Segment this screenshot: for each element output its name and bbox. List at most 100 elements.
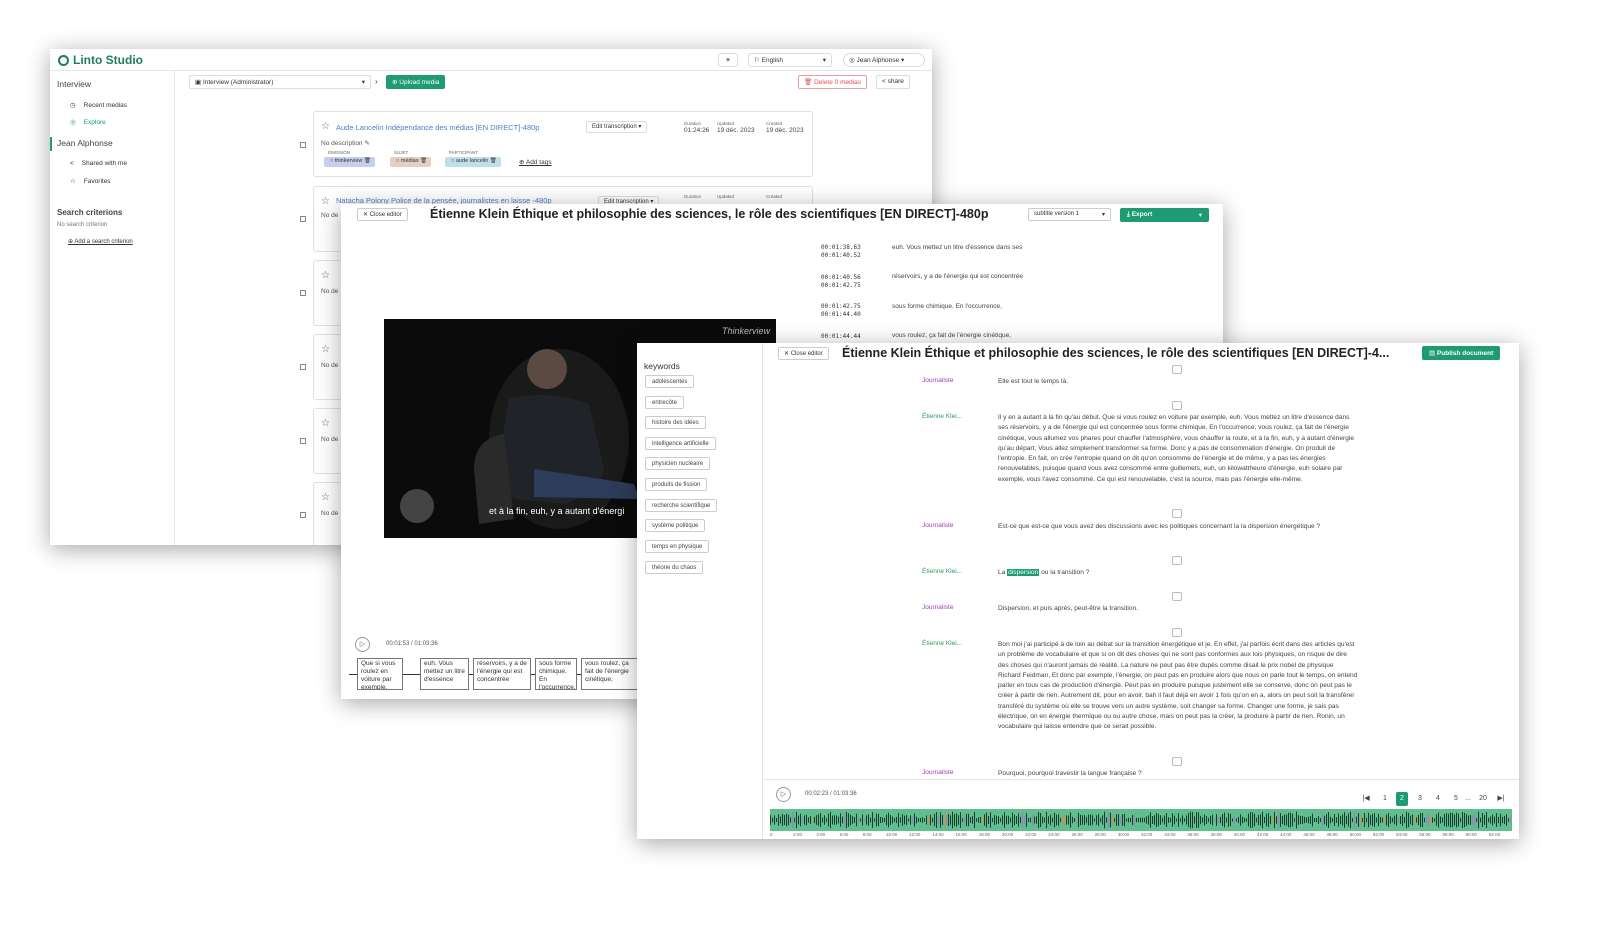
media-card[interactable]: ☆ Aude Lancelin Indépendance des médias … — [313, 111, 813, 177]
upload-media-button[interactable]: ⊕ Upload media — [386, 75, 446, 89]
speaker-label[interactable]: Journaliste — [922, 522, 953, 529]
star-icon[interactable]: ☆ — [321, 121, 330, 132]
language-select[interactable]: ⚐ English ▾ — [748, 53, 832, 67]
subtitle-segment[interactable]: vous roulez, ça fait de l'énergie cinéti… — [581, 658, 639, 690]
keyword-chip[interactable]: théorie du chaos — [645, 561, 704, 574]
page-button[interactable]: 4 — [1432, 792, 1444, 806]
turn-text[interactable]: La dispersion ou la transition ? — [998, 568, 1358, 578]
play-icon[interactable]: ▷ — [355, 637, 370, 652]
media-description[interactable]: No description ✎ — [321, 139, 370, 147]
edit-transcription-button[interactable]: Edit transcription ▾ — [586, 121, 648, 133]
speaker-label[interactable]: Étienne Klei... — [922, 640, 962, 647]
close-editor-button[interactable]: ✕ Close editor — [357, 208, 408, 221]
turn-text[interactable]: Est-ce que est-ce que vous avez des disc… — [998, 522, 1358, 532]
star-icon[interactable]: ☆ — [321, 344, 330, 355]
add-search-criterion-link[interactable]: ⊕ Add a search criterion — [68, 238, 133, 245]
subtitle-segment[interactable]: euh. Vous mettez un litre d'essence — [420, 658, 469, 690]
subtitle-timestamps[interactable]: 00:01:44.44 — [821, 333, 861, 341]
turn-action-icon[interactable] — [1172, 757, 1182, 766]
media-checkbox[interactable] — [300, 364, 306, 370]
highlighted-word[interactable]: dispersion — [1007, 569, 1040, 576]
sidebar-item-explore[interactable]: ◎ Explore — [70, 118, 106, 127]
subtitle-text[interactable]: sous forme chimique. En l'occurrence, — [892, 303, 1002, 310]
sidebar-item-favorites[interactable]: ☆ Favorites — [70, 177, 111, 186]
turn-text[interactable]: Dispersion, et puis après, peut-être la … — [998, 604, 1358, 614]
keyword-chip[interactable]: physicien nucléaire — [645, 457, 711, 470]
subtitle-segment[interactable]: réservoirs, y a de l'énergie qui est con… — [473, 658, 531, 690]
tag-chip[interactable]: ○ aude lancelin 🗑 — [445, 157, 501, 167]
media-title[interactable]: Aude Lancelin Indépendance des médias [E… — [336, 123, 539, 132]
turn-action-icon[interactable] — [1172, 556, 1182, 565]
media-checkbox[interactable] — [300, 142, 306, 148]
keyword-chip[interactable]: recherche scientifique — [645, 499, 718, 512]
star-icon[interactable]: ☆ — [321, 270, 330, 281]
star-icon[interactable]: ☆ — [321, 492, 330, 503]
media-checkbox[interactable] — [300, 216, 306, 222]
subtitle-text[interactable]: euh. Vous mettez un litre d'essence dans… — [892, 244, 1022, 251]
speaker-label[interactable]: Journaliste — [922, 377, 953, 384]
theme-toggle-icon[interactable]: ☀ — [718, 53, 738, 67]
tag-category-label: PARTICIPANT — [449, 150, 479, 155]
sidebar-item-shared[interactable]: < Shared with me — [70, 160, 127, 167]
subtitle-timestamps[interactable]: 00:01:42.75 00:01:44.40 — [821, 303, 861, 319]
media-checkbox[interactable] — [300, 438, 306, 444]
speaker-label[interactable]: Étienne Klei... — [922, 568, 962, 575]
subtitle-text[interactable]: vous roulez, ça fait de l'énergie cinéti… — [892, 332, 1011, 339]
subtitle-text[interactable]: réservoirs, y a de l'énergie qui est con… — [892, 273, 1023, 280]
version-select[interactable]: subtitle version 1 ▾ — [1028, 208, 1111, 221]
subtitle-timestamps[interactable]: 00:01:40.56 00:01:42.75 — [821, 274, 861, 290]
turn-text[interactable]: Elle est tout le temps là. — [998, 377, 1358, 387]
turn-action-icon[interactable] — [1172, 509, 1182, 518]
turn-action-icon[interactable] — [1172, 628, 1182, 637]
subtitle-segment[interactable]: Que si vous roulez en voiture par exempl… — [357, 658, 403, 690]
timeline-tick-label: 10:00 — [885, 832, 898, 837]
media-checkbox[interactable] — [300, 512, 306, 518]
turn-text[interactable]: Pourquoi, pourquoi travestir la langue f… — [998, 769, 1358, 779]
speaker-label[interactable]: Étienne Klei... — [922, 413, 962, 420]
keyword-chip[interactable]: intelligence artificielle — [645, 437, 716, 450]
timeline-tick-label: 22:00 — [1025, 832, 1037, 837]
first-page-icon[interactable]: |◀ — [1360, 792, 1372, 806]
star-icon[interactable]: ☆ — [321, 418, 330, 429]
last-page-icon[interactable]: ▶| — [1495, 792, 1507, 806]
share-button[interactable]: < share — [876, 75, 910, 89]
turn-action-icon[interactable] — [1172, 401, 1182, 410]
page-button[interactable]: 1 — [1379, 792, 1391, 806]
page-button[interactable]: 5 — [1450, 792, 1462, 806]
close-editor-button[interactable]: ✕ Close editor — [778, 347, 829, 360]
turn-text[interactable]: Il y en a autant à la fin qu'au début. Q… — [998, 413, 1358, 485]
subtitle-timestamps[interactable]: 00:01:38.63 00:01:40.52 — [821, 244, 861, 260]
audio-waveform[interactable] — [770, 809, 1512, 831]
star-icon[interactable]: ☆ — [321, 196, 330, 207]
turn-text[interactable]: Bon moi j'ai participé à de loin au déba… — [998, 640, 1358, 733]
add-tags-link[interactable]: ⊕ Add tags — [519, 158, 552, 166]
subtitle-segment[interactable]: sous forme chimique. En l'occurrence, — [535, 658, 577, 690]
keyword-chip[interactable]: temps en physique — [645, 540, 710, 553]
chevron-down-icon: ▾ — [1198, 212, 1202, 219]
no-search-criterion: No search criterion — [57, 222, 108, 228]
page-button[interactable]: 3 — [1414, 792, 1426, 806]
turn-action-icon[interactable] — [1172, 592, 1182, 601]
delete-medias-button[interactable]: 🗑 Delete 0 medias — [798, 75, 868, 89]
keyword-chip[interactable]: adolescentes — [645, 375, 695, 388]
keyword-chip[interactable]: produits de fission — [645, 478, 708, 491]
page-button-current[interactable]: 2 — [1396, 792, 1408, 806]
turn-action-icon[interactable] — [1172, 365, 1182, 374]
organization-select[interactable]: ▣ Interview (Administrator) ▾ — [189, 75, 371, 89]
play-icon[interactable]: ▷ — [776, 787, 791, 802]
user-menu[interactable]: ◎ Jean Alphonse ▾ — [843, 53, 925, 67]
app-logo[interactable]: Linto Studio — [58, 53, 143, 67]
speaker-label[interactable]: Journaliste — [922, 769, 953, 776]
updated-value: 19 déc. 2023 — [717, 127, 755, 134]
page-button[interactable]: 20 — [1476, 792, 1490, 806]
keyword-chip[interactable]: entrecôte — [645, 396, 685, 409]
publish-document-button[interactable]: ▤ Publish document — [1422, 346, 1501, 360]
keyword-chip[interactable]: système politique — [645, 519, 706, 532]
speaker-label[interactable]: Journaliste — [922, 604, 953, 611]
sidebar-item-recent-medias[interactable]: ◷ Recent medias — [70, 101, 127, 110]
tag-chip[interactable]: ○ thinkerview 🗑 — [324, 157, 375, 167]
media-checkbox[interactable] — [300, 290, 306, 296]
keyword-chip[interactable]: histoire des idées — [645, 416, 706, 429]
export-button[interactable]: ⤓ Export ▾ — [1120, 208, 1209, 222]
tag-chip[interactable]: ○ médias 🗑 — [390, 157, 432, 167]
